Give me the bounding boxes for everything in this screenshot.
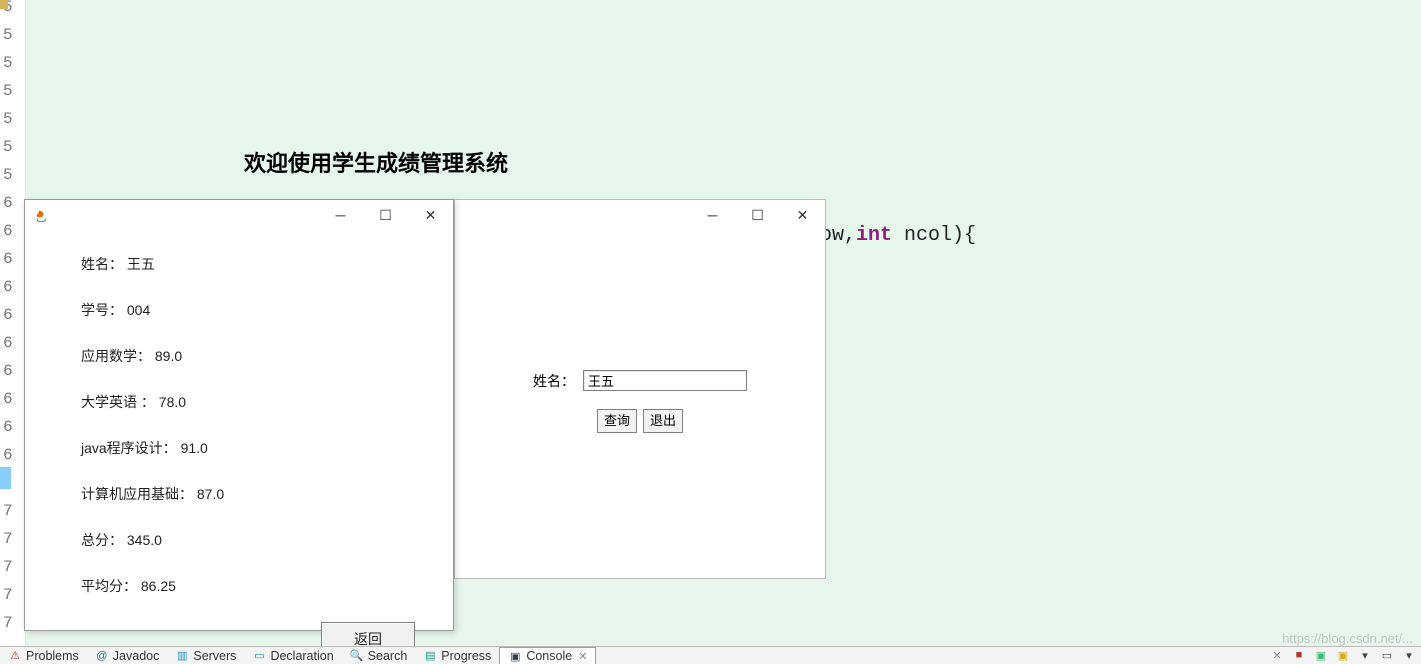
line-number: 5 bbox=[3, 54, 13, 72]
math-label: 应用数学： bbox=[81, 348, 151, 364]
minimize-button[interactable]: ─ bbox=[318, 200, 363, 230]
query-button[interactable]: 查询 bbox=[597, 409, 637, 433]
line-number: 5 bbox=[3, 26, 13, 44]
total-label: 总分： bbox=[81, 532, 123, 548]
titlebar: ─ ☐ ✕ bbox=[25, 200, 453, 234]
welcome-title: 欢迎使用学生成绩管理系统 bbox=[244, 146, 508, 178]
gutter-highlight bbox=[0, 467, 11, 489]
tab-search[interactable]: 🔍 Search bbox=[342, 647, 416, 664]
avg-value: 86.25 bbox=[141, 578, 176, 594]
line-number: 5 bbox=[3, 166, 13, 184]
console-icon: ▣ bbox=[508, 649, 522, 663]
computer-value: 87.0 bbox=[197, 486, 224, 502]
titlebar: ─ ☐ ✕ bbox=[455, 200, 825, 234]
result-window: ─ ☐ ✕ 姓名： 王五 学号： 004 应用数学： 89.0 大学英语 ： 7… bbox=[24, 199, 454, 631]
problems-icon: ⚠ bbox=[8, 649, 22, 663]
line-number: 6 bbox=[3, 418, 13, 436]
line-number: 7 bbox=[3, 586, 13, 604]
line-number: 7 bbox=[3, 558, 13, 576]
bottom-tab-bar: ⚠ Problems @ Javadoc ▥ Servers ▭ Declara… bbox=[0, 646, 1421, 664]
java-icon bbox=[33, 208, 49, 224]
maximize-button[interactable]: ☐ bbox=[735, 200, 780, 230]
tab-label: Declaration bbox=[270, 649, 333, 663]
java-value: 91.0 bbox=[181, 440, 208, 456]
tab-servers[interactable]: ▥ Servers bbox=[167, 647, 244, 664]
maximize-icon: ☐ bbox=[379, 207, 392, 224]
search-window: ─ ☐ ✕ 姓名： 查询 退出 bbox=[454, 199, 826, 579]
math-value: 89.0 bbox=[155, 348, 182, 364]
gutter-marker bbox=[0, 0, 8, 9]
toolbar-icon[interactable]: ▾ bbox=[1357, 648, 1373, 662]
toolbar-icon[interactable]: ■ bbox=[1291, 648, 1307, 662]
servers-icon: ▥ bbox=[175, 649, 189, 663]
close-button[interactable]: ✕ bbox=[408, 200, 453, 230]
line-number: 6 bbox=[3, 278, 13, 296]
computer-label: 计算机应用基础： bbox=[81, 486, 193, 502]
toolbar-icon[interactable]: ▣ bbox=[1313, 648, 1329, 662]
line-number: 7 bbox=[3, 502, 13, 520]
line-number: 6 bbox=[3, 222, 13, 240]
java-label: java程序设计： bbox=[81, 440, 177, 456]
javadoc-icon: @ bbox=[95, 649, 109, 663]
sid-label: 学号： bbox=[81, 302, 123, 318]
line-number: 6 bbox=[3, 390, 13, 408]
english-label: 大学英语 ： bbox=[81, 394, 155, 410]
result-body: 姓名： 王五 学号： 004 应用数学： 89.0 大学英语 ： 78.0 ja… bbox=[25, 234, 453, 656]
search-name-input[interactable] bbox=[583, 370, 747, 391]
tab-label: Progress bbox=[441, 649, 491, 663]
avg-label: 平均分： bbox=[81, 578, 137, 594]
line-number: 6 bbox=[3, 306, 13, 324]
close-tab-icon[interactable]: ✕ bbox=[578, 650, 587, 663]
tab-label: Console bbox=[526, 649, 572, 663]
line-number: 5 bbox=[3, 82, 13, 100]
watermark: https://blog.csdn.net/... bbox=[1282, 631, 1413, 646]
total-value: 345.0 bbox=[127, 532, 162, 548]
maximize-icon: ☐ bbox=[751, 207, 764, 224]
tab-console[interactable]: ▣ Console ✕ bbox=[499, 647, 596, 664]
toolbar-icon[interactable]: ▭ bbox=[1379, 648, 1395, 662]
tab-javadoc[interactable]: @ Javadoc bbox=[87, 647, 168, 664]
tab-label: Servers bbox=[193, 649, 236, 663]
minimize-button[interactable]: ─ bbox=[690, 200, 735, 230]
toolbar-icon[interactable]: ▾ bbox=[1401, 648, 1417, 662]
tab-label: Javadoc bbox=[113, 649, 160, 663]
line-number: 6 bbox=[3, 446, 13, 464]
sid-value: 004 bbox=[127, 302, 150, 318]
tab-progress[interactable]: ▤ Progress bbox=[415, 647, 499, 664]
code-keyword: int bbox=[856, 224, 892, 247]
line-number: 6 bbox=[3, 334, 13, 352]
line-number: 6 bbox=[3, 250, 13, 268]
minimize-icon: ─ bbox=[708, 207, 718, 223]
toolbar-icon[interactable]: ▣ bbox=[1335, 648, 1351, 662]
minimize-icon: ─ bbox=[336, 207, 346, 223]
name-value: 王五 bbox=[127, 256, 155, 272]
code-fragment: ncol){ bbox=[892, 224, 976, 247]
maximize-button[interactable]: ☐ bbox=[363, 200, 408, 230]
tab-label: Problems bbox=[26, 649, 79, 663]
line-number: 7 bbox=[3, 530, 13, 548]
toolbar-right-icons: ✕ ■ ▣ ▣ ▾ ▭ ▾ bbox=[1269, 646, 1417, 664]
english-value: 78.0 bbox=[159, 394, 186, 410]
declaration-icon: ▭ bbox=[252, 649, 266, 663]
code-line: ow,int ncol){ bbox=[820, 224, 976, 247]
line-number: 7 bbox=[3, 614, 13, 632]
search-name-label: 姓名： bbox=[533, 371, 575, 391]
search-icon: 🔍 bbox=[350, 649, 364, 663]
progress-icon: ▤ bbox=[423, 649, 437, 663]
name-label: 姓名： bbox=[81, 256, 123, 272]
tab-label: Search bbox=[368, 649, 408, 663]
close-icon: ✕ bbox=[425, 207, 437, 224]
close-icon: ✕ bbox=[797, 207, 809, 224]
exit-button[interactable]: 退出 bbox=[643, 409, 683, 433]
line-number: 6 bbox=[3, 194, 13, 212]
tab-problems[interactable]: ⚠ Problems bbox=[0, 647, 87, 664]
toolbar-icon[interactable]: ✕ bbox=[1269, 648, 1285, 662]
close-button[interactable]: ✕ bbox=[780, 200, 825, 230]
line-number-gutter: 55555556666666666777777 bbox=[0, 0, 26, 648]
line-number: 5 bbox=[3, 110, 13, 128]
line-number: 5 bbox=[3, 138, 13, 156]
line-number: 6 bbox=[3, 362, 13, 380]
tab-declaration[interactable]: ▭ Declaration bbox=[244, 647, 341, 664]
